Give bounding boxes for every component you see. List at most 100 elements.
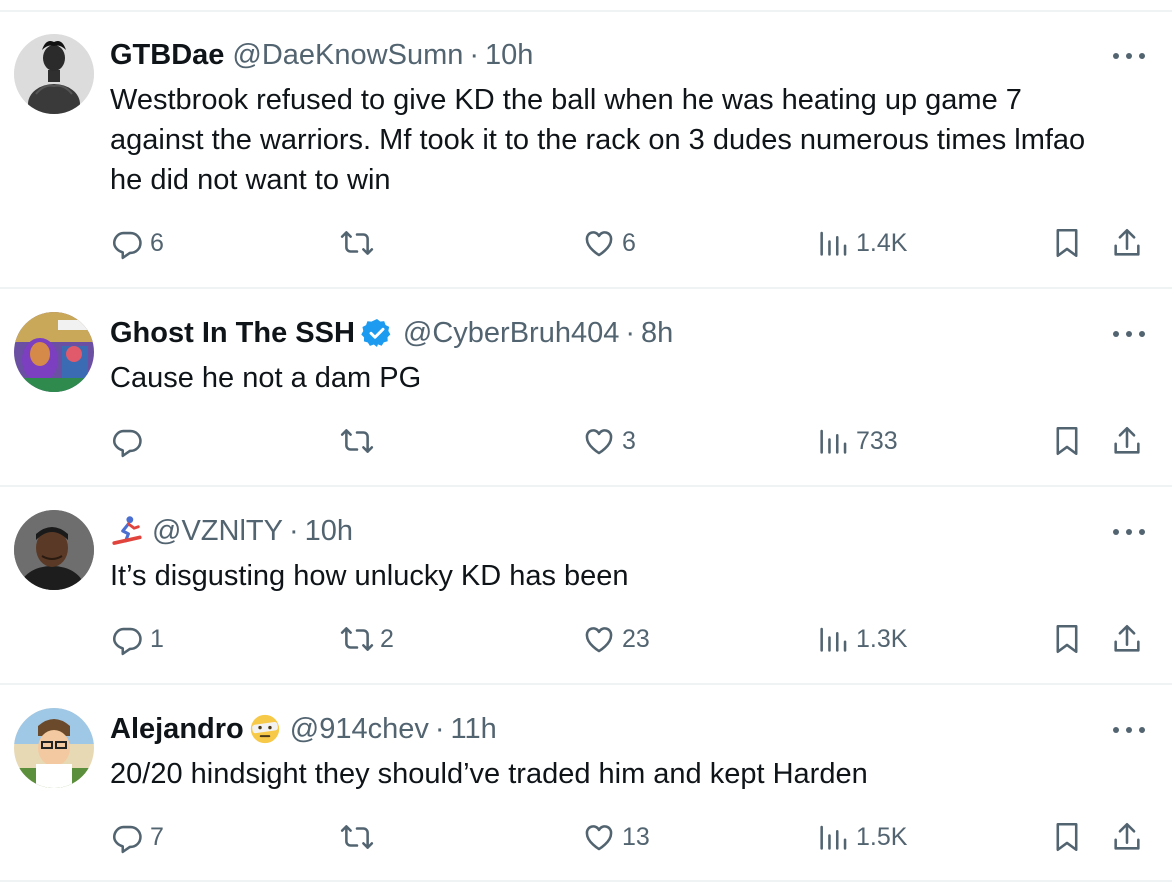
- avatar-gtbdae[interactable]: [14, 34, 94, 114]
- retweet-button[interactable]: [340, 225, 380, 261]
- tweet-divider: [0, 287, 1172, 289]
- tweet-header: @VZNlTY · 10h: [110, 511, 353, 551]
- share-icon: [1114, 426, 1140, 454]
- heart-icon: [585, 231, 613, 257]
- avatar-image: [14, 708, 94, 788]
- reply-count: 6: [150, 228, 164, 257]
- retweet-icon: [340, 627, 374, 651]
- retweet-button[interactable]: [340, 819, 380, 855]
- share-icon: [1114, 624, 1140, 652]
- view-count: 1.4K: [856, 228, 908, 257]
- share-button[interactable]: [1110, 225, 1144, 261]
- bookmark-icon: [1056, 624, 1078, 654]
- avatar-image: [14, 312, 94, 392]
- more-icon[interactable]: [1113, 50, 1145, 62]
- share-button[interactable]: [1110, 423, 1144, 459]
- bookmark-icon: [1056, 426, 1078, 456]
- like-button[interactable]: 3: [582, 423, 636, 459]
- separator-dot: ·: [625, 316, 636, 349]
- avatar-alejandro[interactable]: [14, 708, 94, 788]
- views-icon: [820, 231, 847, 256]
- retweet-count: 2: [380, 624, 394, 653]
- views-icon: [820, 429, 847, 454]
- views-button[interactable]: 1.3K: [816, 621, 907, 657]
- tweet-text: 20/20 hindsight they should’ve traded hi…: [110, 758, 868, 790]
- separator-dot: ·: [469, 38, 480, 71]
- like-button[interactable]: 23: [582, 621, 650, 657]
- bookmark-icon: [1056, 822, 1078, 852]
- more-icon[interactable]: [1113, 328, 1145, 340]
- reply-count: 1: [150, 624, 164, 653]
- share-icon: [1114, 822, 1140, 850]
- timestamp[interactable]: 10h: [485, 39, 533, 72]
- like-count: 3: [622, 426, 636, 455]
- retweet-icon: [340, 825, 374, 849]
- tweet-header: GTBDae @DaeKnowSumn · 10h: [110, 35, 533, 75]
- retweet-button[interactable]: [340, 423, 380, 459]
- handle[interactable]: @CyberBruh404: [403, 317, 619, 350]
- more-icon[interactable]: [1113, 724, 1145, 736]
- avatar-vznlty[interactable]: [14, 510, 94, 590]
- verified-badge-icon[interactable]: [361, 317, 393, 349]
- handle[interactable]: @VZNlTY: [152, 515, 283, 548]
- tweet-divider: [0, 485, 1172, 487]
- reply-icon: [112, 825, 142, 854]
- display-name[interactable]: Ghost In The SSH: [110, 317, 355, 350]
- like-count: 23: [622, 624, 650, 653]
- view-count: 1.3K: [856, 624, 908, 653]
- view-count: 733: [856, 426, 898, 455]
- face-with-bandage-emoji-icon: [250, 714, 279, 744]
- tweet-divider: [0, 683, 1172, 685]
- share-icon: [1114, 228, 1140, 256]
- reply-count: 7: [150, 822, 164, 851]
- reply-button[interactable]: 1: [110, 621, 164, 657]
- timestamp[interactable]: 10h: [305, 515, 353, 548]
- timestamp[interactable]: 11h: [451, 713, 497, 746]
- like-button[interactable]: 13: [582, 819, 650, 855]
- more-icon[interactable]: [1113, 526, 1145, 538]
- snowboarder-emoji-icon: [112, 516, 142, 545]
- view-count: 1.5K: [856, 822, 908, 851]
- reply-button[interactable]: 7: [110, 819, 164, 855]
- views-button[interactable]: 1.5K: [816, 819, 907, 855]
- views-button[interactable]: 1.4K: [816, 225, 907, 261]
- bookmark-button[interactable]: [1050, 225, 1084, 261]
- handle[interactable]: @914chev: [290, 713, 429, 746]
- views-icon: [820, 825, 847, 850]
- heart-icon: [585, 825, 613, 851]
- handle[interactable]: @DaeKnowSumn: [232, 39, 463, 72]
- bookmark-button[interactable]: [1050, 621, 1084, 657]
- share-button[interactable]: [1110, 621, 1144, 657]
- bookmark-button[interactable]: [1050, 819, 1084, 855]
- separator-dot: ·: [288, 514, 299, 547]
- display-name[interactable]: Alejandro: [110, 713, 244, 746]
- avatar-image: [14, 510, 94, 590]
- bookmark-button[interactable]: [1050, 423, 1084, 459]
- reply-icon: [112, 429, 142, 458]
- views-button[interactable]: 733: [816, 423, 898, 459]
- avatar-image: [14, 34, 94, 114]
- reply-button[interactable]: 6: [110, 225, 164, 261]
- views-icon: [820, 627, 847, 652]
- tweet-header: Ghost In The SSH @CyberBruh404 · 8h: [110, 313, 673, 353]
- bookmark-icon: [1056, 228, 1078, 258]
- tweet-text: It’s disgusting how unlucky KD has been: [110, 560, 629, 592]
- reply-icon: [112, 231, 142, 260]
- reply-button[interactable]: [110, 423, 150, 459]
- share-button[interactable]: [1110, 819, 1144, 855]
- heart-icon: [585, 627, 613, 653]
- display-name[interactable]: GTBDae: [110, 39, 224, 72]
- retweet-icon: [340, 231, 374, 255]
- top-divider: [0, 10, 1172, 12]
- bottom-divider: [0, 880, 1172, 882]
- separator-dot: ·: [434, 712, 445, 745]
- avatar-ghost[interactable]: [14, 312, 94, 392]
- like-count: 13: [622, 822, 650, 851]
- reply-icon: [112, 627, 142, 656]
- retweet-button[interactable]: 2: [340, 621, 394, 657]
- like-button[interactable]: 6: [582, 225, 636, 261]
- tweet-text: Cause he not a dam PG: [110, 362, 422, 394]
- heart-icon: [585, 429, 613, 455]
- tweet-text: Westbrook refused to give KD the ball wh…: [110, 84, 1086, 196]
- timestamp[interactable]: 8h: [641, 317, 673, 350]
